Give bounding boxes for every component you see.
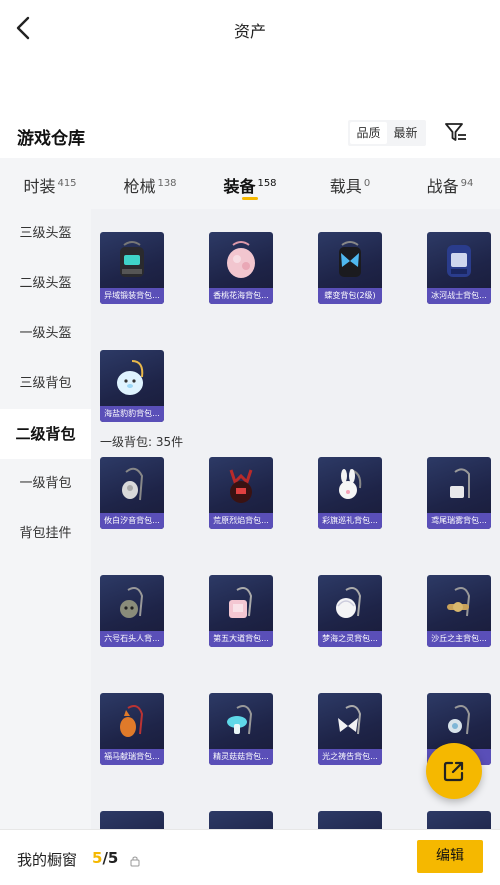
showcase-total: /5 — [102, 849, 119, 867]
category-tabs: 时装 415 枪械 138 装备 158 载具 0 战备 94 — [0, 158, 500, 209]
orange-horse-backpack-icon — [100, 693, 164, 751]
item-card[interactable]: 六号石头人背... — [100, 575, 164, 647]
round-charm-backpack-icon — [427, 693, 491, 751]
item-card[interactable]: 光之祷告背包... — [318, 693, 382, 765]
sort-quality-option[interactable]: 品质 — [350, 122, 387, 144]
stone-golem-backpack-icon — [100, 575, 164, 633]
item-card[interactable] — [100, 811, 164, 829]
item-card[interactable]: 异域锻装背包... — [100, 232, 164, 304]
sidebar-item-helmet-2[interactable]: 二级头盔 — [0, 259, 91, 309]
item-name: 光之祷告背包... — [318, 749, 382, 765]
item-card[interactable]: 精灵菇菇背包... — [209, 693, 273, 765]
lock-icon — [130, 852, 140, 867]
item-card[interactable]: 海盐豹豹背包... — [100, 350, 164, 422]
tab-label: 装备 — [223, 177, 256, 196]
item-name: 异域锻装背包... — [100, 288, 164, 304]
tab-supplies[interactable]: 战备 94 — [400, 158, 500, 209]
active-tab-indicator — [242, 197, 258, 200]
pink-bunny-backpack-icon — [318, 457, 382, 515]
white-seal-backpack-icon — [100, 350, 164, 408]
top-nav-bar: 资产 — [0, 0, 500, 58]
item-name: 六号石头人背... — [100, 631, 164, 647]
tab-fashion[interactable]: 时装 415 — [0, 158, 100, 209]
blue-armored-backpack-icon — [427, 232, 491, 290]
item-name: 荒原烈焰背包... — [209, 513, 273, 529]
item-card[interactable]: 冰河战士背包... — [427, 232, 491, 304]
tab-count: 158 — [257, 177, 277, 189]
subcategory-sidebar: 三级头盔 二级头盔 一级头盔 三级背包 二级背包 一级背包 背包挂件 — [0, 209, 91, 829]
filter-icon[interactable] — [444, 122, 468, 144]
item-name: 攸白汐音背包... — [100, 513, 164, 529]
tab-label: 枪械 — [123, 177, 156, 196]
sidebar-item-backpack-3[interactable]: 三级背包 — [0, 359, 91, 409]
tab-label: 载具 — [329, 177, 362, 196]
group-label-backpack-1: 一级背包: 35件 — [100, 435, 184, 449]
item-card[interactable]: 第五大道背包... — [209, 575, 273, 647]
showcase-bar: 我的橱窗 5/5 编辑 — [0, 829, 500, 885]
item-name: 香桃花海背包... — [209, 288, 273, 304]
sidebar-item-helmet-1[interactable]: 一级头盔 — [0, 309, 91, 359]
white-pouch-backpack-icon — [100, 457, 164, 515]
pink-handbag-backpack-icon — [209, 575, 273, 633]
item-card[interactable] — [427, 811, 491, 829]
black-teal-backpack-icon — [100, 232, 164, 290]
item-name: 梦海之灵背包... — [318, 631, 382, 647]
white-wing-backpack-icon — [318, 693, 382, 751]
tab-label: 时装 — [23, 177, 56, 196]
item-name: 精灵菇菇背包... — [209, 749, 273, 765]
item-name: 第五大道背包... — [209, 631, 273, 647]
showcase-current: 5 — [92, 849, 103, 867]
item-name: 海盐豹豹背包... — [100, 406, 164, 422]
item-name: 福马献瑞背包... — [100, 749, 164, 765]
item-name: 冰河战士背包... — [427, 288, 491, 304]
sort-newest-option[interactable]: 最新 — [387, 122, 424, 144]
item-card[interactable] — [318, 811, 382, 829]
showcase-label: 我的橱窗 — [17, 851, 78, 869]
item-name: 鸢尾瑞雾背包... — [427, 513, 491, 529]
edit-button[interactable]: 编辑 — [417, 840, 483, 873]
sidebar-item-helmet-3[interactable]: 三级头盔 — [0, 209, 91, 259]
item-name: 蝶变背包(2级) — [318, 288, 382, 304]
tab-firearms[interactable]: 枪械 138 — [100, 158, 200, 209]
item-card[interactable]: 沙丘之主背包... — [427, 575, 491, 647]
item-card[interactable]: 蝶变背包(2级) — [318, 232, 382, 304]
tab-equipment[interactable]: 装备 158 — [200, 158, 300, 209]
tab-vehicles[interactable]: 载具 0 — [300, 158, 400, 209]
item-name: 沙丘之主背包... — [427, 631, 491, 647]
dune-lord-backpack-icon — [427, 575, 491, 633]
pink-floral-backpack-icon — [209, 232, 273, 290]
sidebar-item-backpack-1[interactable]: 一级背包 — [0, 459, 91, 509]
sidebar-item-backpack-charm[interactable]: 背包挂件 — [0, 509, 91, 559]
tab-count: 415 — [57, 177, 77, 189]
sort-toggle: 品质 最新 — [348, 120, 426, 146]
item-card[interactable]: 香桃花海背包... — [209, 232, 273, 304]
item-grid: 异域锻装背包... 香桃花海背包... 蝶变背包(2级) 冰河战士背包... 海… — [91, 209, 500, 829]
item-card[interactable]: 福马献瑞背包... — [100, 693, 164, 765]
tab-count: 94 — [460, 177, 474, 189]
item-card[interactable]: 荒原烈焰背包... — [209, 457, 273, 529]
section-title: 游戏仓库 — [17, 129, 85, 149]
white-purse-backpack-icon — [427, 457, 491, 515]
item-name: 彩旗巡礼背包... — [318, 513, 382, 529]
tab-count: 138 — [157, 177, 177, 189]
item-card[interactable]: 攸白汐音背包... — [100, 457, 164, 529]
share-fab-button[interactable] — [426, 743, 482, 799]
page-title: 资产 — [233, 22, 266, 41]
showcase-count: 5/5 — [92, 849, 118, 867]
item-card[interactable]: 鸢尾瑞雾背包... — [427, 457, 491, 529]
sidebar-item-backpack-2[interactable]: 二级背包 — [0, 409, 91, 459]
butterfly-backpack-icon — [318, 232, 382, 290]
tab-count: 0 — [363, 177, 371, 189]
item-card[interactable] — [209, 811, 273, 829]
white-shell-backpack-icon — [318, 575, 382, 633]
red-demon-backpack-icon — [209, 457, 273, 515]
item-card[interactable]: 彩旗巡礼背包... — [318, 457, 382, 529]
cyan-mushroom-backpack-icon — [209, 693, 273, 751]
item-card[interactable]: 梦海之灵背包... — [318, 575, 382, 647]
share-icon — [443, 761, 464, 782]
tab-label: 战备 — [426, 177, 459, 196]
